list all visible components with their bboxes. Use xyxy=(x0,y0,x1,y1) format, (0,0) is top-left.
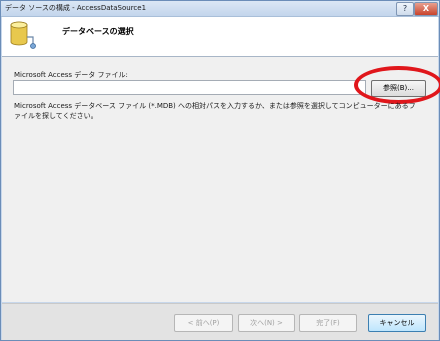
description-text: Microsoft Access データベース ファイル (*.MDB) への相… xyxy=(14,102,416,120)
content-area: Microsoft Access データ ファイル: 参照(B)... Micr… xyxy=(2,57,440,302)
next-button[interactable]: 次へ(N) > xyxy=(238,314,295,332)
file-label: Microsoft Access データ ファイル: xyxy=(14,71,128,79)
button-bar: < 前へ(P) 次へ(N) > 完了(F) キャンセル xyxy=(2,303,438,340)
help-button[interactable]: ? xyxy=(396,2,414,16)
close-button[interactable]: X xyxy=(414,2,438,16)
page-title: データベースの選択 xyxy=(62,27,134,36)
dialog-window: データ ソースの構成 - AccessDataSource1 ? X データベー… xyxy=(0,0,440,341)
window-title: データ ソースの構成 - AccessDataSource1 xyxy=(5,4,147,12)
highlight-circle xyxy=(354,66,440,104)
wizard-header: データベースの選択 xyxy=(2,17,438,57)
file-path-input[interactable] xyxy=(13,80,366,95)
cancel-button[interactable]: キャンセル xyxy=(368,314,426,332)
title-bar[interactable]: データ ソースの構成 - AccessDataSource1 ? X xyxy=(1,1,439,17)
previous-button[interactable]: < 前へ(P) xyxy=(174,314,233,332)
finish-button[interactable]: 完了(F) xyxy=(299,314,357,332)
database-icon xyxy=(10,21,36,49)
